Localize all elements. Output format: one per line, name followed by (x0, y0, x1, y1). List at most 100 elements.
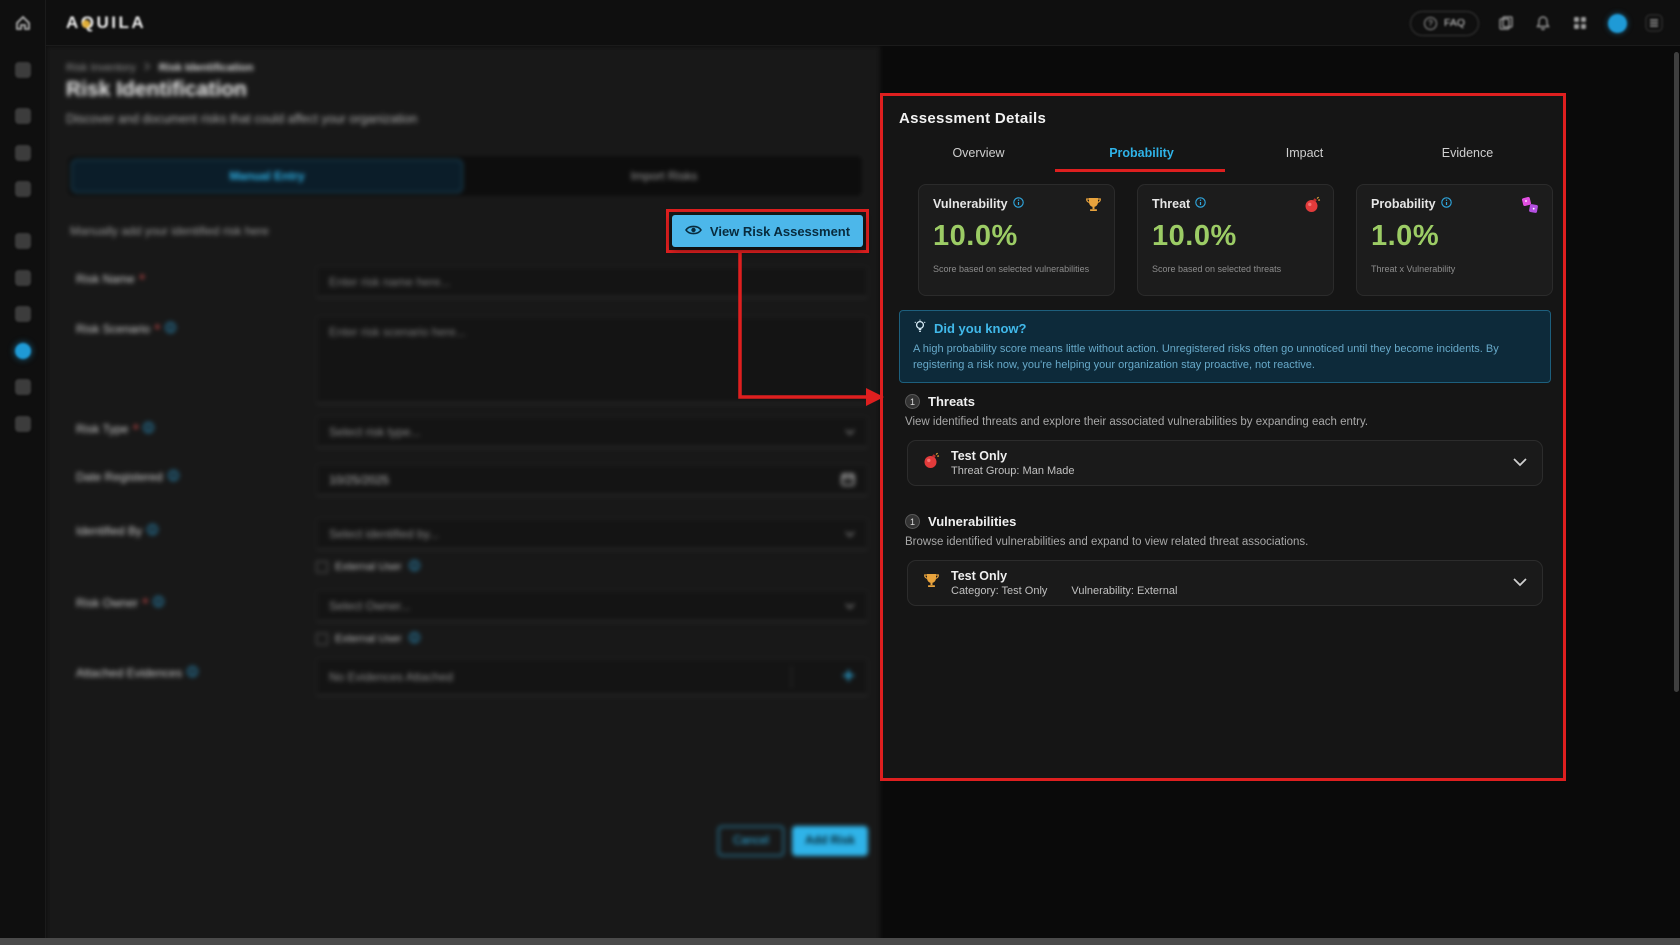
vulnerability-item-type: Vulnerability: External (1071, 585, 1177, 597)
vulnerability-item-test-only[interactable]: Test Only Category: Test Only Vulnerabil… (907, 560, 1543, 606)
chevron-down-icon[interactable] (1513, 574, 1527, 592)
sidebar-icon[interactable] (15, 233, 31, 249)
info-icon[interactable] (1441, 197, 1452, 211)
tab-probability[interactable]: Probability (1060, 140, 1223, 166)
notifications-icon[interactable] (1533, 13, 1553, 33)
sidebar-icon[interactable] (15, 108, 31, 124)
threats-section-header: 1 Threats (905, 394, 975, 409)
tab-import-risks[interactable]: Import Risks (469, 159, 859, 193)
probability-score-card: Probability 1.0% Threat x Vulnerability (1356, 184, 1553, 296)
identified-by-label: Identified By (76, 524, 158, 538)
page-title: Risk Identification (66, 78, 247, 102)
external-user-checkbox[interactable] (316, 633, 328, 645)
vulnerabilities-heading: Vulnerabilities (928, 514, 1016, 529)
sidebar-icon[interactable] (15, 62, 31, 78)
bomb-icon (923, 452, 940, 474)
assessment-tabs: Overview Probability Impact Evidence (897, 140, 1549, 166)
help-icon: ? (1424, 17, 1437, 30)
globe-icon[interactable] (1607, 13, 1627, 33)
identified-by-select[interactable]: Select identified by... (316, 518, 868, 550)
sidebar-icon[interactable] (15, 306, 31, 322)
trophy-icon (1085, 196, 1102, 218)
threat-item-test-only[interactable]: Test Only Threat Group: Man Made (907, 440, 1543, 486)
tab-evidence[interactable]: Evidence (1386, 140, 1549, 166)
vertical-scrollbar[interactable] (1674, 52, 1679, 692)
attached-evidences-field: No Evidences Attached (316, 658, 868, 696)
date-registered-label: Date Registered (76, 470, 179, 484)
documents-icon[interactable] (1496, 13, 1516, 33)
sidebar-icon[interactable] (15, 379, 31, 395)
risk-type-label: Risk Type * (76, 422, 154, 436)
bomb-icon (1304, 196, 1321, 218)
info-icon[interactable] (1013, 197, 1024, 211)
identified-external-user-row: External User (316, 560, 420, 574)
external-user-label: External User (335, 561, 402, 573)
vulnerabilities-description: Browse identified vulnerabilities and ex… (905, 536, 1308, 548)
menu-icon[interactable] (1644, 13, 1664, 33)
info-icon[interactable] (147, 524, 158, 538)
threats-count-badge: 1 (905, 394, 920, 409)
home-icon[interactable] (14, 14, 32, 37)
chevron-down-icon[interactable] (1513, 454, 1527, 472)
external-user-label: External User (335, 633, 402, 645)
external-user-checkbox[interactable] (316, 561, 328, 573)
breadcrumb-parent[interactable]: Risk Inventory (66, 62, 136, 74)
tab-manual-entry[interactable]: Manual Entry (71, 159, 463, 193)
add-evidence-icon[interactable] (842, 669, 855, 685)
trophy-icon (923, 572, 940, 594)
apps-grid-icon[interactable] (1570, 13, 1590, 33)
did-you-know-title: Did you know? (934, 321, 1026, 336)
divider (791, 666, 792, 688)
risk-name-label: Risk Name * (76, 272, 144, 286)
brand-accent-dot (82, 20, 90, 28)
chevron-down-icon (845, 599, 855, 613)
threat-item-group: Threat Group: Man Made (951, 465, 1075, 477)
entry-mode-tabs: Manual Entry Import Risks (66, 154, 864, 198)
panel-title: Assessment Details (899, 110, 1046, 127)
breadcrumb: Risk Inventory Risk Identification (66, 62, 253, 74)
horizontal-scrollbar[interactable] (0, 938, 1680, 945)
vulnerabilities-section-header: 1 Vulnerabilities (905, 514, 1016, 529)
breadcrumb-current: Risk Identification (159, 62, 254, 74)
threat-item-title: Test Only (951, 449, 1075, 463)
sidebar-icon[interactable] (15, 270, 31, 286)
risk-owner-select[interactable]: Select Owner... (316, 590, 868, 622)
info-icon[interactable] (409, 632, 420, 646)
info-icon[interactable] (165, 322, 176, 336)
vulnerability-item-title: Test Only (951, 569, 1177, 583)
add-risk-button[interactable]: Add Risk (792, 826, 868, 856)
eye-icon (685, 224, 702, 239)
annotation-underline-probability (1055, 169, 1225, 172)
risk-owner-label: Risk Owner * (76, 596, 164, 610)
left-sidebar (0, 0, 46, 945)
sidebar-icon[interactable] (15, 145, 31, 161)
date-registered-field[interactable]: 10/25/2025 (316, 464, 868, 496)
threat-score-card: Threat 10.0% Score based on selected thr… (1137, 184, 1334, 296)
tab-impact[interactable]: Impact (1223, 140, 1386, 166)
threats-description: View identified threats and explore thei… (905, 416, 1368, 428)
info-icon[interactable] (187, 666, 198, 680)
sidebar-icon[interactable] (15, 181, 31, 197)
chevron-down-icon (845, 425, 855, 439)
info-icon[interactable] (168, 470, 179, 484)
cancel-button[interactable]: Cancel (718, 826, 784, 856)
info-icon[interactable] (143, 422, 154, 436)
info-icon[interactable] (409, 560, 420, 574)
view-risk-assessment-button[interactable]: View Risk Assessment (672, 215, 863, 247)
sidebar-icon-active[interactable] (15, 343, 31, 359)
risk-form-region: Risk Inventory Risk Identification Risk … (46, 46, 880, 945)
vulnerabilities-count-badge: 1 (905, 514, 920, 529)
calendar-icon[interactable] (841, 472, 855, 489)
info-icon[interactable] (1195, 197, 1206, 211)
faq-button[interactable]: ? FAQ (1410, 11, 1479, 36)
form-intro-text: Manually add your identified risk here (70, 224, 269, 238)
chevron-down-icon (845, 527, 855, 541)
sidebar-icon[interactable] (15, 416, 31, 432)
tab-overview[interactable]: Overview (897, 140, 1060, 166)
top-bar: AQUILA ? FAQ (46, 0, 1680, 46)
risk-type-select[interactable]: Select risk type... (316, 416, 868, 448)
did-you-know-box: Did you know? A high probability score m… (899, 310, 1551, 383)
chevron-right-icon (144, 62, 151, 74)
lightbulb-icon (913, 319, 927, 337)
info-icon[interactable] (153, 596, 164, 610)
